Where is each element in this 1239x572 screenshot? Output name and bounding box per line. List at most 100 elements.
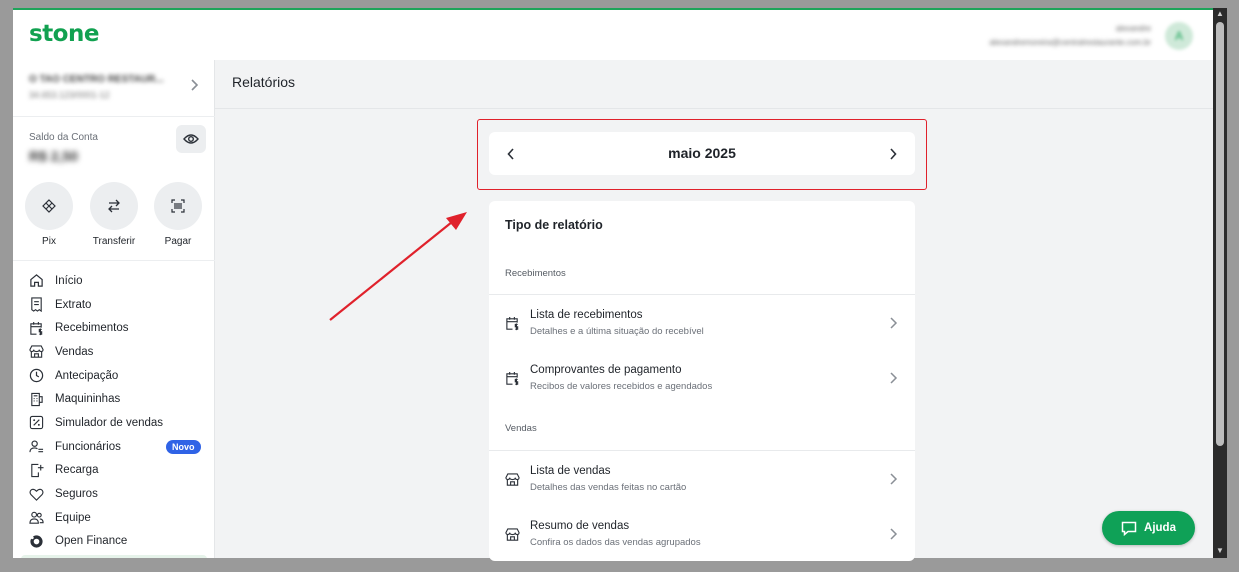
report-item-description: Detalhes e a última situação do recebíve… (530, 326, 704, 337)
month-label: maio 2025 (668, 145, 736, 161)
page-title: Relatórios (232, 74, 296, 90)
report-item-title: Lista de vendas (530, 465, 611, 477)
sidebar-item-label: Vendas (55, 345, 94, 358)
sidebar-item-label: Seguros (55, 488, 98, 501)
statement-icon (31, 297, 42, 313)
toggle-balance-button[interactable] (176, 125, 206, 153)
account-selector[interactable]: O TAO CENTRO RESTAUR... 34.653.123/0001-… (13, 60, 215, 117)
pay-button[interactable] (154, 182, 202, 230)
store-icon (29, 345, 44, 359)
chevron-right-icon (890, 317, 898, 329)
new-badge: Novo (166, 439, 201, 454)
sidebar-item-label: Recebimentos (55, 322, 129, 335)
help-label: Ajuda (1144, 522, 1176, 534)
section-label-recebimentos: Recebimentos (505, 268, 566, 279)
balance-label: Saldo da Conta (29, 132, 98, 143)
report-item-lista-recebimentos[interactable]: Lista de recebimentos Detalhes e a últim… (489, 297, 915, 349)
report-item-title: Comprovantes de pagamento (530, 364, 682, 376)
pix-icon (42, 199, 56, 213)
report-type-card: Tipo de relatório Recebimentos Lista de … (489, 201, 915, 561)
avatar[interactable]: A (1165, 22, 1193, 50)
sidebar-item-equipe[interactable]: Equipe (13, 506, 215, 530)
report-item-lista-vendas[interactable]: Lista de vendas Detalhes das vendas feit… (489, 453, 915, 505)
quick-action-label: Pix (42, 236, 56, 247)
home-icon (30, 274, 43, 288)
sidebar-item-inicio[interactable]: Início (13, 269, 215, 293)
sidebar-item-seguros[interactable]: Seguros (13, 482, 215, 506)
chevron-right-icon (890, 148, 897, 160)
sidebar-item-label: Open Finance (55, 535, 128, 548)
transfer-icon (108, 199, 120, 213)
chevron-right-icon (890, 473, 898, 485)
sidebar: O TAO CENTRO RESTAUR... 34.653.123/0001-… (13, 60, 215, 558)
team-icon (29, 512, 44, 524)
sidebar-item-recebimentos[interactable]: Recebimentos (13, 316, 215, 340)
sidebar-item-label: Extrato (55, 298, 92, 311)
sidebar-item-vendas[interactable]: Vendas (13, 340, 215, 364)
report-item-resumo-vendas[interactable]: Resumo de vendas Confira os dados das ve… (489, 508, 915, 560)
sidebar-item-label: Simulador de vendas (55, 416, 164, 429)
sidebar-item-antecipacao[interactable]: Antecipação (13, 364, 215, 388)
clock-icon (29, 368, 44, 383)
month-selector: maio 2025 (489, 132, 915, 175)
top-bar: stone alexandre alexandremoreira@central… (13, 10, 1213, 60)
quick-action-pay[interactable]: Pagar (154, 182, 202, 247)
divider (489, 450, 915, 451)
sidebar-item-label: Funcionários (55, 440, 121, 453)
scroll-down-arrow-icon[interactable]: ▼ (1215, 546, 1225, 556)
stone-logo[interactable]: stone (29, 21, 99, 47)
quick-action-label: Transferir (92, 236, 136, 247)
report-item-title: Lista de recebimentos (530, 309, 643, 321)
sidebar-item-label: Recarga (55, 464, 99, 477)
transfer-button[interactable] (90, 182, 138, 230)
people-settings-icon (29, 440, 44, 453)
sidebar-item-simulador[interactable]: Simulador de vendas (13, 411, 215, 435)
calendar-money-icon (30, 321, 43, 335)
report-item-title: Resumo de vendas (530, 520, 630, 532)
scroll-thumb[interactable] (1216, 22, 1224, 446)
report-item-comprovantes[interactable]: Comprovantes de pagamento Recibos de val… (489, 352, 915, 404)
divider (489, 294, 915, 295)
card-machine-icon (31, 392, 43, 406)
help-button[interactable]: Ajuda (1102, 511, 1195, 545)
sidebar-item-label: Início (55, 274, 83, 287)
recharge-icon (31, 463, 44, 477)
calendar-money-icon (506, 371, 519, 386)
open-finance-icon (30, 535, 43, 548)
sidebar-item-label: Maquininhas (55, 393, 121, 406)
scrollbar[interactable]: ▲ ▼ (1213, 8, 1227, 558)
store-icon (505, 528, 520, 541)
sidebar-item-recarga[interactable]: Recarga (13, 459, 215, 483)
balance-value: R$ 2,50 (29, 148, 79, 164)
user-name: alexandre (1115, 24, 1151, 33)
sidebar-item-funcionarios[interactable]: Funcionários Novo (13, 435, 215, 459)
pix-button[interactable] (25, 182, 73, 230)
chevron-right-icon (189, 78, 199, 96)
scroll-up-arrow-icon[interactable]: ▲ (1215, 9, 1225, 19)
user-menu[interactable]: alexandre alexandremoreira@centralrestau… (953, 18, 1203, 54)
calendar-money-icon (506, 316, 519, 331)
sidebar-scroll-hint (21, 555, 207, 558)
account-document: 34.653.123/0001-12 (29, 90, 110, 100)
chevron-right-icon (890, 528, 898, 540)
sidebar-nav: Início Extrato Recebimentos Vendas Antec… (13, 269, 215, 553)
divider (215, 108, 1213, 109)
quick-action-pix[interactable]: Pix (25, 182, 73, 247)
user-email: alexandremoreira@centralrestaurante.com.… (989, 38, 1151, 47)
report-title: Tipo de relatório (505, 218, 603, 232)
eye-icon (183, 134, 199, 144)
report-item-description: Confira os dados das vendas agrupados (530, 537, 701, 548)
sidebar-item-maquininhas[interactable]: Maquininhas (13, 387, 215, 411)
chat-icon (1121, 521, 1137, 536)
quick-action-transfer[interactable]: Transferir (90, 182, 138, 247)
account-name: O TAO CENTRO RESTAUR... (29, 74, 164, 85)
quick-action-label: Pagar (164, 236, 192, 247)
barcode-icon (171, 199, 185, 213)
heart-icon (29, 488, 44, 501)
sidebar-item-label: Antecipação (55, 369, 119, 382)
next-month-button[interactable] (883, 144, 903, 164)
sidebar-item-extrato[interactable]: Extrato (13, 293, 215, 317)
sidebar-item-open-finance[interactable]: Open Finance (13, 530, 215, 554)
sidebar-item-label: Equipe (55, 511, 91, 524)
divider (13, 260, 215, 261)
